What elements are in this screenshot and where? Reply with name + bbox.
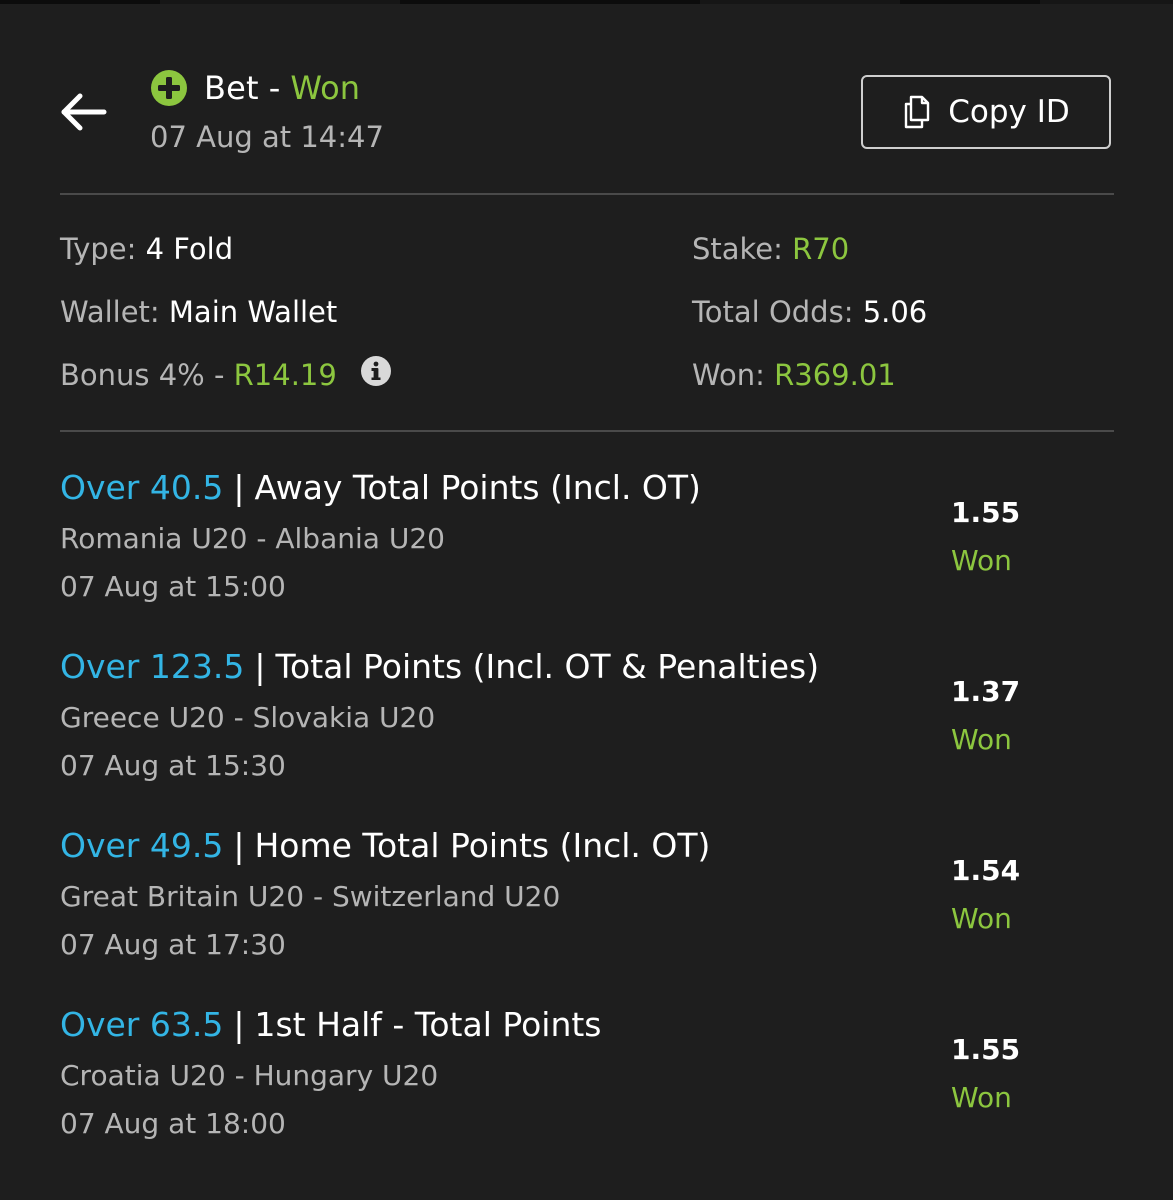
leg-event-date: 07 Aug at 15:30 <box>60 749 286 782</box>
leg-market: Over 63.5 | 1st Half - Total Points <box>60 1005 601 1044</box>
leg-event: Romania U20 - Albania U20 <box>60 522 445 555</box>
bonus-label: Bonus 4% - <box>60 358 225 392</box>
leg-separator: | <box>254 647 266 686</box>
wallet-label: Wallet: <box>60 295 160 329</box>
stake-value: R70 <box>792 232 850 266</box>
leg-selection: Over 40.5 <box>60 468 224 507</box>
leg-result: Won <box>951 723 1012 756</box>
arrow-left-icon <box>61 93 107 131</box>
bet-title-row: Bet - Won <box>150 66 360 110</box>
bonus-value: R14.19 <box>233 358 337 392</box>
leg-event: Croatia U20 - Hungary U20 <box>60 1059 439 1092</box>
total-odds-value: 5.06 <box>862 295 928 329</box>
wallet: Wallet: Main Wallet <box>60 295 337 329</box>
leg-event-date: 07 Aug at 18:00 <box>60 1107 286 1140</box>
leg-result: Won <box>951 544 1012 577</box>
leg-odds: 1.55 <box>951 1033 1021 1066</box>
bet-placed-date: 07 Aug at 14:47 <box>150 120 384 154</box>
leg-market-name: 1st Half - Total Points <box>254 1005 602 1044</box>
bet-type-label: Type: <box>60 232 137 266</box>
leg-selection: Over 63.5 <box>60 1005 224 1044</box>
leg-odds: 1.37 <box>951 675 1021 708</box>
copy-id-label: Copy ID <box>948 94 1070 130</box>
plus-circle-icon <box>151 70 187 106</box>
bet-title: Bet <box>204 69 259 107</box>
won-amount: Won: R369.01 <box>692 358 896 392</box>
total-odds: Total Odds: 5.06 <box>692 295 927 329</box>
wallet-value: Main Wallet <box>168 295 338 329</box>
bet-leg: Over 63.5 | 1st Half - Total Points Croati… <box>60 1005 1114 1175</box>
total-odds-label: Total Odds: <box>692 295 854 329</box>
leg-separator: | <box>233 468 245 507</box>
stake-label: Stake: <box>692 232 783 266</box>
summary-divider <box>60 430 1114 432</box>
leg-market-name: Home Total Points (Incl. OT) <box>254 826 711 865</box>
bet-type-value: 4 Fold <box>145 232 234 266</box>
info-icon[interactable] <box>360 355 392 387</box>
stake: Stake: R70 <box>692 232 849 266</box>
header-divider <box>60 193 1114 195</box>
bet-header: Bet - Won 07 Aug at 14:47 Copy ID <box>0 0 1173 190</box>
leg-market: Over 123.5 | Total Points (Incl. OT & Pena… <box>60 647 819 686</box>
bet-leg: Over 40.5 | Away Total Points (Incl. OT) R… <box>60 468 1114 638</box>
bet-leg: Over 123.5 | Total Points (Incl. OT & Pena… <box>60 647 1114 817</box>
bet-status: Won <box>290 69 360 107</box>
leg-selection: Over 123.5 <box>60 647 245 686</box>
leg-separator: | <box>233 826 245 865</box>
won-label: Won: <box>692 358 765 392</box>
leg-event: Greece U20 - Slovakia U20 <box>60 701 436 734</box>
bonus: Bonus 4% - R14.19 <box>60 355 392 393</box>
leg-odds: 1.55 <box>951 496 1021 529</box>
leg-event-date: 07 Aug at 15:00 <box>60 570 286 603</box>
leg-result: Won <box>951 1081 1012 1114</box>
leg-market: Over 49.5 | Home Total Points (Incl. OT) <box>60 826 710 865</box>
leg-event: Great Britain U20 - Switzerland U20 <box>60 880 561 913</box>
leg-result: Won <box>951 902 1012 935</box>
copy-id-button[interactable]: Copy ID <box>861 75 1111 149</box>
bet-leg: Over 49.5 | Home Total Points (Incl. OT) G… <box>60 826 1114 996</box>
leg-odds: 1.54 <box>951 854 1021 887</box>
bet-type: Type: 4 Fold <box>60 232 233 266</box>
leg-market-name: Total Points (Incl. OT & Penalties) <box>275 647 820 686</box>
leg-market: Over 40.5 | Away Total Points (Incl. OT) <box>60 468 701 507</box>
back-button[interactable] <box>56 88 110 136</box>
leg-separator: | <box>233 1005 245 1044</box>
won-value: R369.01 <box>774 358 896 392</box>
leg-event-date: 07 Aug at 17:30 <box>60 928 286 961</box>
copy-icon <box>905 95 930 129</box>
leg-market-name: Away Total Points (Incl. OT) <box>254 468 701 507</box>
leg-selection: Over 49.5 <box>60 826 224 865</box>
title-separator: - <box>268 69 281 107</box>
